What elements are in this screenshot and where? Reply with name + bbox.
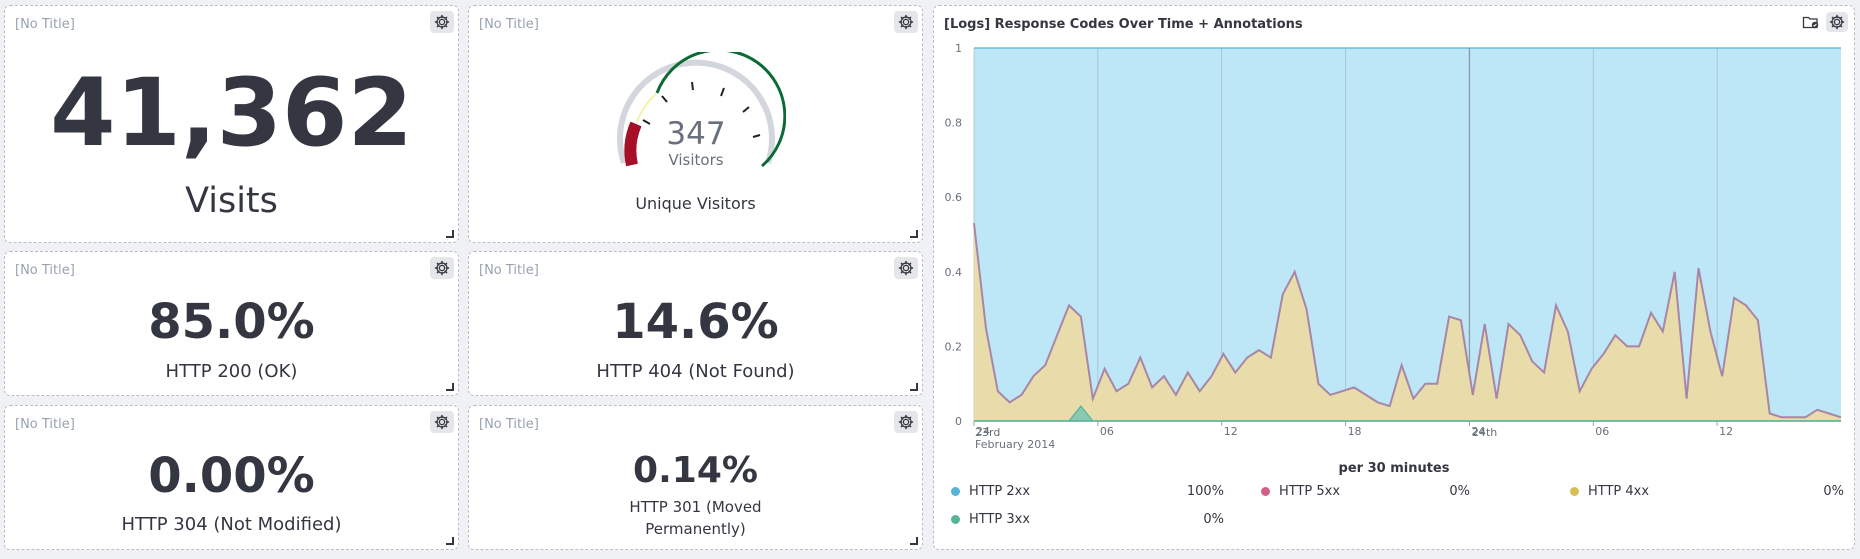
metric-label: HTTP 304 (Not Modified): [121, 514, 342, 535]
panel-title: [No Title]: [15, 263, 75, 278]
legend-dot: [1570, 487, 1579, 496]
gauge: 347 Visitors: [617, 52, 786, 169]
metric-label: Visits: [185, 181, 278, 221]
panel-title: [No Title]: [15, 417, 75, 432]
gear-icon[interactable]: [894, 11, 918, 33]
y-tick-label: 0.6: [945, 191, 963, 204]
metric-label-line1: HTTP 301 (Moved: [629, 498, 762, 516]
panel-title: [No Title]: [479, 263, 539, 278]
legend-label: HTTP 4xx: [1588, 484, 1650, 499]
metric-label: HTTP 404 (Not Found): [596, 361, 795, 382]
x-tick-label: 06: [1595, 425, 1609, 438]
y-tick-label: 0.4: [945, 266, 963, 279]
y-tick-label: 0.8: [945, 117, 963, 130]
gear-icon[interactable]: [430, 11, 454, 33]
x-tick-label: 12: [1719, 425, 1733, 438]
x-tick-label: 18: [1348, 425, 1362, 438]
panel-title: [No Title]: [479, 17, 539, 32]
resize-handle[interactable]: [910, 230, 918, 238]
metric-value: 85.0%: [148, 294, 315, 350]
visits-panel: [No Title] 41,362 Visits: [4, 5, 459, 243]
y-tick-label: 0.2: [945, 340, 963, 353]
legend-item-4xx[interactable]: HTTP 4xx: [1570, 484, 1649, 499]
legend-dot: [951, 515, 960, 524]
chart-title: [Logs] Response Codes Over Time + Annota…: [944, 17, 1303, 32]
panel-title: [No Title]: [15, 17, 75, 32]
legend-label: HTTP 3xx: [969, 512, 1031, 527]
resize-handle[interactable]: [446, 230, 454, 238]
resize-handle[interactable]: [446, 537, 454, 545]
metric-value: 0.00%: [148, 448, 315, 504]
metric-value: 0.14%: [633, 450, 758, 491]
x-date-label: 24th: [1472, 426, 1498, 439]
chart-toolbar: [1800, 12, 1848, 32]
resize-handle[interactable]: [446, 383, 454, 391]
legend-value: 0%: [1823, 484, 1844, 499]
gear-icon[interactable]: [894, 257, 918, 279]
y-tick-label: 1: [955, 42, 962, 55]
x-tick-label: 06: [1100, 425, 1114, 438]
resize-handle[interactable]: [910, 537, 918, 545]
metric-label: Unique Visitors: [635, 194, 756, 213]
legend-dot: [951, 487, 960, 496]
http304-panel: [No Title] 0.00% HTTP 304 (Not Modified): [4, 405, 459, 550]
x-tick-label: 12: [1224, 425, 1238, 438]
annotations-folder-icon[interactable]: [1800, 12, 1822, 32]
legend-value: 0%: [1449, 484, 1470, 499]
metric-label-line2: Permanently): [645, 520, 746, 538]
legend-item-3xx[interactable]: HTTP 3xx: [951, 512, 1030, 527]
http301-panel: [No Title] 0.14% HTTP 301 (Moved Permane…: [468, 405, 923, 550]
legend-item-2xx[interactable]: HTTP 2xx: [951, 484, 1030, 499]
panel-title: [No Title]: [479, 417, 539, 432]
area-chart[interactable]: 00.20.40.60.81 24 06 12 18 24 06 12: [934, 36, 1856, 506]
legend-label: HTTP 2xx: [969, 484, 1031, 499]
gear-icon[interactable]: [430, 257, 454, 279]
metric-label: HTTP 200 (OK): [165, 361, 298, 382]
y-tick-label: 0: [955, 415, 962, 428]
legend-label: HTTP 5xx: [1279, 484, 1341, 499]
legend-item-5xx[interactable]: HTTP 5xx: [1261, 484, 1340, 499]
response-codes-chart-panel: [Logs] Response Codes Over Time + Annota…: [933, 5, 1855, 550]
metric-value: 41,362: [50, 59, 413, 168]
legend-value: 100%: [1186, 484, 1224, 499]
gauge-value: 347: [666, 116, 725, 152]
x-axis-title: per 30 minutes: [1338, 461, 1450, 476]
gear-icon[interactable]: [1826, 12, 1848, 32]
legend-value: 0%: [1203, 512, 1224, 527]
x-date-label: February 2014: [975, 438, 1056, 451]
legend-dot: [1261, 487, 1270, 496]
http404-panel: [No Title] 14.6% HTTP 404 (Not Found): [468, 251, 923, 396]
gear-icon[interactable]: [894, 411, 918, 433]
resize-handle[interactable]: [910, 383, 918, 391]
unique-visitors-panel: [No Title] 347 Visitors Unique Visitors: [468, 5, 923, 243]
gear-icon[interactable]: [430, 411, 454, 433]
http200-panel: [No Title] 85.0% HTTP 200 (OK): [4, 251, 459, 396]
metric-value: 14.6%: [612, 294, 779, 350]
gauge-unit: Visitors: [668, 151, 723, 169]
